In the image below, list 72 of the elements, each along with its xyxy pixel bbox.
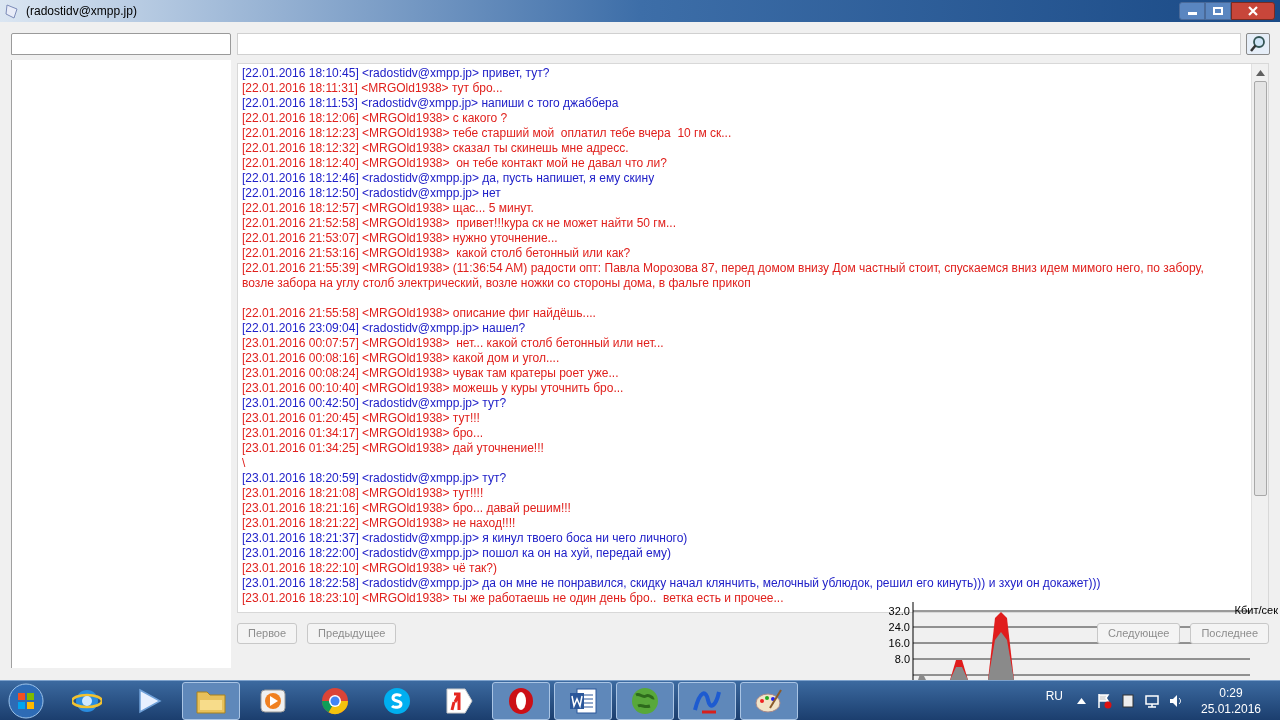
chat-message: [22.01.2016 18:12:50] <radostidv@xmpp.jp> нет (242, 186, 502, 201)
clock-time: 0:29 (1219, 684, 1243, 701)
caret-icon[interactable] (1077, 697, 1086, 704)
play-icon (136, 687, 162, 714)
language-indicator[interactable]: RU (1045, 686, 1063, 705)
chat-message: [23.01.2016 01:34:25] <MRGOld1938> дай уточнение!!! (242, 441, 545, 456)
start-button[interactable] (6, 681, 46, 720)
globe-icon (630, 685, 660, 716)
taskbar-button[interactable] (554, 681, 612, 720)
chat-message: [23.01.2016 00:08:24] <MRGOld1938> чувак там кратеры роет уже... (242, 366, 620, 381)
device-icon[interactable] (1120, 692, 1136, 709)
wheel-icon (320, 685, 350, 716)
search-button[interactable] (1246, 33, 1270, 55)
chat-message: [22.01.2016 18:12:46] <radostidv@xmpp.jp> да, пусть напишет, я ему скину (242, 171, 656, 186)
axis-label: 16.0 (888, 637, 910, 649)
chat-message: [23.01.2016 18:23:10] <MRGOld1938> ты же работаешь не один день бро.. ветка есть и прочее... (242, 591, 785, 606)
chat-message: [23.01.2016 01:20:45] <MRGOld1938> тут!!! (242, 411, 481, 426)
chat-message: [22.01.2016 21:53:07] <MRGOld1938> нужно уточнение... (242, 231, 559, 246)
taskbar-button[interactable] (740, 681, 798, 720)
chat-message: [22.01.2016 18:11:53] <radostidv@xmpp.jp> напиши с того джаббера (242, 96, 620, 111)
chat-message: [23.01.2016 00:42:50] <radostidv@xmpp.jp> тут? (242, 396, 508, 411)
axis-label: 24.0 (888, 621, 910, 633)
chat-message: [22.01.2016 21:52:58] <MRGOld1938> привет!!!кура ск не может найти 50 гм... (242, 216, 677, 231)
chat-message: [22.01.2016 21:53:16] <MRGOld1938> какой столб бетонный или как? (242, 246, 632, 261)
chat-message: [23.01.2016 00:07:57] <MRGOld1938> нет... какой столб бетонный или нет... (242, 336, 665, 351)
scroll-thumb[interactable] (1253, 81, 1267, 496)
chat-message: [23.01.2016 00:08:16] <MRGOld1938> какой дом и угол.... (242, 351, 561, 366)
chat-message: [22.01.2016 18:12:23] <MRGOld1938> тебе старший мой оплатил тебе вчера 10 гм ск... (242, 126, 733, 141)
chat-message: [23.01.2016 18:21:16] <MRGOld1938> бро... давай решим!!! (242, 501, 572, 516)
chat-message: [22.01.2016 18:10:45] <radostidv@xmpp.jp> привет, тут? (242, 66, 551, 81)
close-button[interactable] (1231, 2, 1275, 20)
chat-message: [22.01.2016 18:11:31] <MRGOld1938> тут бро... (242, 81, 504, 96)
flag-icon[interactable] (1096, 692, 1112, 709)
unit-label: Кбит/сек (1234, 603, 1278, 618)
chat-message: [23.01.2016 18:22:10] <MRGOld1938> чё так?) (242, 561, 499, 576)
chat-message: [23.01.2016 18:21:08] <MRGOld1938> тут!!!! (242, 486, 485, 501)
windows-logo-icon (8, 682, 44, 719)
clock-date: 25.01.2016 (1200, 700, 1262, 717)
message-search-field[interactable] (237, 33, 1241, 55)
axis-label: 8.0 (894, 653, 910, 665)
ring-icon (506, 685, 536, 716)
chat-message: [23.01.2016 18:22:58] <radostidv@xmpp.jp> да он мне не понравился, скидку начал клянчить, мелочный ублюдок, решил его кинуть))) и зхуи он докажет))) (242, 576, 1102, 591)
app-icon (5, 3, 19, 19)
search-icon (1249, 35, 1267, 53)
close-icon (1248, 6, 1258, 16)
chat-message: [22.01.2016 18:12:40] <MRGOld1938> он тебе контакт мой не давал что ли? (242, 156, 668, 171)
media-icon (259, 686, 287, 715)
chat-message: [22.01.2016 18:12:06] <MRGOld1938> с какого ? (242, 111, 509, 126)
chat-message: [22.01.2016 21:55:58] <MRGOld1938> описание фиг найдёшь.... (242, 306, 597, 321)
network-icon[interactable] (1144, 692, 1160, 709)
chat-message: [23.01.2016 01:34:17] <MRGOld1938> бро... (242, 426, 485, 441)
chat-message: [23.01.2016 18:22:00] <radostidv@xmpp.jp> пошол ка он на хуй, передай ему) (242, 546, 673, 561)
chat-message: [23.01.2016 18:21:37] <radostidv@xmpp.jp> я кинул твоего боса ни чего личного) (242, 531, 689, 546)
scroll-up-icon (1255, 70, 1265, 76)
minimize-button[interactable] (1179, 2, 1205, 20)
chat-icon (382, 685, 412, 716)
chat-message: [23.01.2016 18:21:22] <MRGOld1938> не наход!!!! (242, 516, 517, 531)
chat-message: [22.01.2016 21:55:39] <MRGOld1938> (11:36:54 AM) радости опт: Павла Морозова 87, перед домом внизу Дом частный стоит, спускаемся вниз идем мимого него, по забору, возле забора на углу столб электрический, возле ножки со стороны дома, в фальге прикоп (242, 261, 1205, 291)
window-title: (radostidv@xmpp.jp) (26, 3, 137, 20)
chat-message: [22.01.2016 18:12:32] <MRGOld1938> сказал ты скинешь мне адресс. (242, 141, 630, 156)
contact-search-field[interactable] (11, 33, 231, 55)
chat-message: [22.01.2016 23:09:04] <radostidv@xmpp.jp> нашел? (242, 321, 527, 336)
tag-icon (444, 685, 474, 716)
chat-message: \ (242, 456, 247, 471)
maximize-button[interactable] (1205, 2, 1231, 20)
clock[interactable]: 0:29 25.01.2016 (1196, 684, 1266, 717)
taskbar-button[interactable] (492, 681, 550, 720)
chat-message: [23.01.2016 18:20:59] <radostidv@xmpp.jp> тут? (242, 471, 508, 486)
document-icon (568, 685, 598, 716)
chat-message: [23.01.2016 00:10:40] <MRGOld1938> можешь у куры уточнить бро... (242, 381, 625, 396)
axis-label: 32.0 (888, 605, 910, 617)
chat-message: [22.01.2016 18:12:57] <MRGOld1938> щас... 5 минут. (242, 201, 535, 216)
